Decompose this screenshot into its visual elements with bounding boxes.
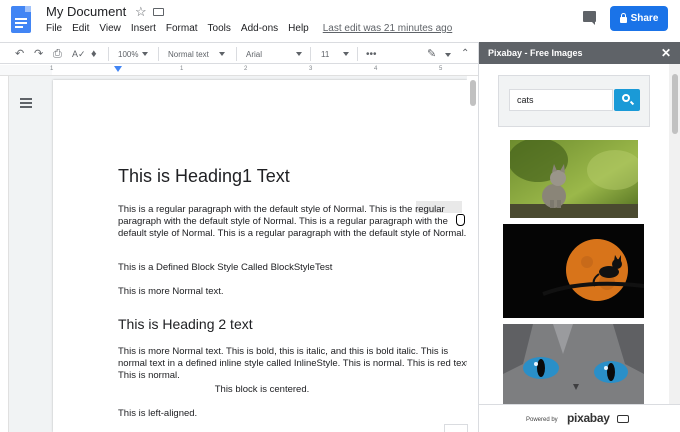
ruler-number: 2 [244,66,248,72]
menu-insert[interactable]: Insert [131,23,156,34]
pixabay-sidebar: Pixabay - Free Images ✕ cats Powered by … [478,42,680,432]
hand-cursor-icon [456,214,465,226]
indent-marker[interactable] [114,66,122,72]
menu-edit[interactable]: Edit [72,23,89,34]
image-results [479,138,669,404]
document-scrollbar[interactable] [467,76,478,432]
menu-format[interactable]: Format [166,23,198,34]
search-panel [498,75,650,127]
menu-bar: File Edit View Insert Format Tools Add-o… [46,23,452,34]
lock-icon [619,12,627,23]
image-result-kitten[interactable] [510,140,638,218]
chevron-up-icon[interactable]: ⌃ [461,47,469,61]
image-result-blue-eyes[interactable] [503,324,644,404]
undo-icon[interactable]: ↶ [15,47,24,61]
centered-paragraph: This block is centered. [214,384,310,395]
paragraph: This is a regular paragraph with the def… [118,204,467,239]
pixabay-logo[interactable]: pixabay [567,411,610,425]
print-icon[interactable]: ⎙ [53,47,62,61]
paragraph: This is more Normal text. This is bold, … [118,346,467,381]
star-icon[interactable]: ☆ [135,4,147,20]
menu-addons[interactable]: Add-ons [241,23,278,34]
style-select[interactable]: Normal text [168,47,225,61]
image-result-moon-cat[interactable] [503,224,644,318]
toolbar: ↶ ↷ ⎙ A✓ ♦ 100% Normal text Arial 11 •••… [0,42,478,64]
font-size-select[interactable]: 11 [321,47,350,61]
paragraph: This is more Normal text. [118,286,224,297]
menu-tools[interactable]: Tools [208,23,231,34]
heading-1: This is Heading1 Text [118,166,290,186]
powered-by-label: Powered by [526,417,558,423]
vertical-ruler [0,76,9,432]
ruler-number: 5 [439,66,443,72]
search-button[interactable] [614,89,640,111]
sidebar-header: Pixabay - Free Images ✕ [479,42,680,64]
ruler-number: 1 [180,66,184,72]
zoom-select[interactable]: 100% [118,47,149,61]
share-button[interactable]: Share [610,6,668,31]
menu-view[interactable]: View [99,23,121,34]
menu-file[interactable]: File [46,23,62,34]
heading-2: This is Heading 2 text [118,316,253,332]
header: My Document ☆ File Edit View Insert Form… [0,0,680,40]
font-size-value: 11 [321,49,330,59]
redo-icon[interactable]: ↷ [34,47,43,61]
docs-logo-icon[interactable] [11,6,31,33]
pencil-icon[interactable]: ✎ [427,47,436,61]
document-title[interactable]: My Document [46,4,126,19]
spellcheck-icon[interactable]: A✓ [72,47,86,61]
font-value: Arial [246,49,263,59]
more-button[interactable]: ••• [366,47,377,61]
document-canvas: This is Heading1 Text This is a regular … [0,76,478,432]
share-label: Share [630,13,659,24]
sidebar-title: Pixabay - Free Images [488,48,583,58]
comment-icon[interactable] [583,11,596,25]
folder-icon[interactable] [153,8,164,16]
paragraph: This is left-aligned. [118,408,198,419]
font-select[interactable]: Arial [246,47,303,61]
sidebar-scrollbar[interactable] [669,64,680,404]
close-icon[interactable]: ✕ [661,42,671,64]
sidebar-footer: Powered by pixabay [479,404,680,432]
last-edit-link[interactable]: Last edit was 21 minutes ago [323,23,453,34]
search-input[interactable] [509,89,613,111]
document-page[interactable]: This is Heading1 Text This is a regular … [53,80,467,432]
camera-icon [617,415,629,423]
ruler-number: 1 [50,66,54,72]
horizontal-ruler: 1 1 2 3 4 5 [0,65,478,76]
ruler-number: 4 [374,66,378,72]
style-value: Normal text [168,49,209,59]
search-icon [622,94,630,102]
outline-icon[interactable] [20,98,32,110]
paragraph: This is a Defined Block Style Called Blo… [118,262,333,273]
app-window: My Document ☆ File Edit View Insert Form… [0,0,680,432]
explore-button[interactable] [444,424,468,432]
menu-help[interactable]: Help [288,23,309,34]
zoom-value: 100% [118,49,139,59]
paint-format-icon[interactable]: ♦ [91,47,97,61]
ruler-number: 3 [309,66,313,72]
